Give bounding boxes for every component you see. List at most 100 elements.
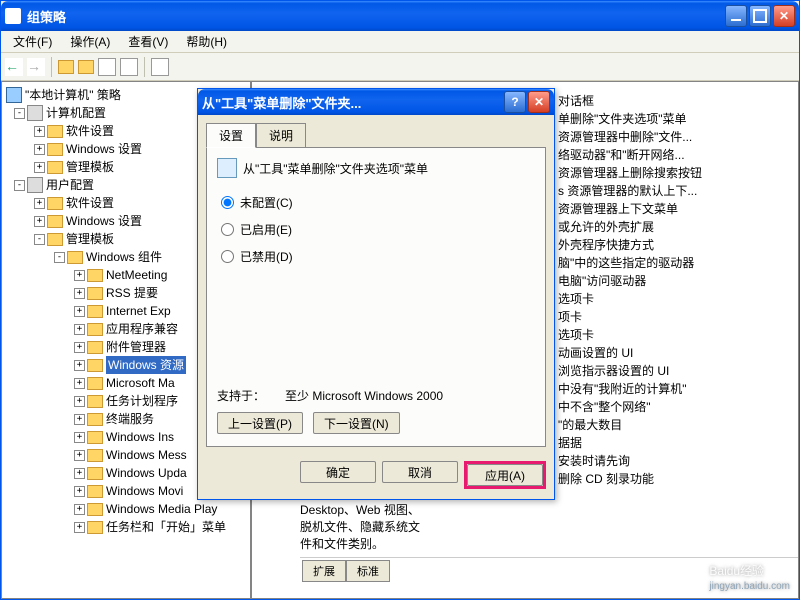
tree-item-label[interactable]: Windows Mess — [106, 446, 187, 464]
expand-icon[interactable]: + — [74, 342, 85, 353]
folder-icon — [87, 395, 103, 408]
tab-explain[interactable]: 说明 — [256, 123, 306, 148]
list-item-label: "的最大数目 — [558, 418, 622, 432]
tree-item-label[interactable]: Windows Movi — [106, 482, 183, 500]
watermark-brand: Baidu经验 — [709, 564, 764, 578]
radio-not-configured[interactable] — [221, 196, 234, 209]
tree-item[interactable]: 软件设置 — [66, 122, 114, 140]
tab-extended[interactable]: 扩展 — [302, 560, 346, 582]
folder-icon — [87, 449, 103, 462]
tree-item-label[interactable]: Windows Upda — [106, 464, 187, 482]
close-button[interactable]: ✕ — [773, 5, 795, 27]
list-icon[interactable] — [120, 58, 138, 76]
tab-standard[interactable]: 标准 — [346, 560, 390, 582]
menu-view[interactable]: 查看(V) — [120, 31, 176, 52]
tree-item-label[interactable]: Internet Exp — [106, 302, 171, 320]
list-item-label: 动画设置的 UI — [558, 346, 633, 360]
tree-computer-config[interactable]: 计算机配置 — [46, 104, 106, 122]
cancel-button[interactable]: 取消 — [382, 461, 458, 483]
radio-enabled[interactable] — [221, 223, 234, 236]
collapse-icon[interactable]: - — [34, 234, 45, 245]
dialog-close-button[interactable]: ✕ — [528, 91, 550, 113]
menu-action[interactable]: 操作(A) — [62, 31, 118, 52]
folder-icon — [47, 197, 63, 210]
tree-user-config[interactable]: 用户配置 — [46, 176, 94, 194]
expand-icon[interactable]: + — [34, 198, 45, 209]
minimize-button[interactable] — [725, 5, 747, 27]
folder-icon — [87, 305, 103, 318]
tree-item-label[interactable]: NetMeeting — [106, 266, 167, 284]
expand-icon[interactable]: + — [74, 522, 85, 533]
folder-icon — [87, 503, 103, 516]
radio-disabled[interactable] — [221, 250, 234, 263]
help-button[interactable]: ? — [504, 91, 526, 113]
expand-icon[interactable]: + — [74, 396, 85, 407]
next-setting-button[interactable]: 下一设置(N) — [313, 412, 400, 434]
tree-item-label[interactable]: 终端服务 — [106, 410, 154, 428]
expand-icon[interactable]: + — [34, 162, 45, 173]
radio-not-configured-row[interactable]: 未配置(C) — [217, 192, 535, 213]
tab-setting[interactable]: 设置 — [206, 123, 256, 148]
tree-item[interactable]: Windows 设置 — [66, 212, 142, 230]
help-icon[interactable] — [151, 58, 169, 76]
list-item-label: 资源管理器上删除搜索按钮 — [558, 166, 702, 180]
folder-icon — [67, 251, 83, 264]
app-icon — [5, 8, 21, 24]
expand-icon[interactable]: + — [74, 360, 85, 371]
tree-item-row[interactable]: + 任务栏和「开始」菜单 — [6, 518, 246, 536]
up-folder-icon[interactable] — [58, 60, 74, 74]
folder-icon — [87, 377, 103, 390]
tree-root[interactable]: "本地计算机" 策略 — [25, 86, 121, 104]
collapse-icon[interactable]: - — [54, 252, 65, 263]
radio-enabled-row[interactable]: 已启用(E) — [217, 219, 535, 240]
tree-windows-components[interactable]: Windows 组件 — [86, 248, 162, 266]
expand-icon[interactable]: + — [74, 468, 85, 479]
folder-icon[interactable] — [78, 60, 94, 74]
expand-icon[interactable]: + — [74, 504, 85, 515]
expand-icon[interactable]: + — [74, 324, 85, 335]
expand-icon[interactable]: + — [34, 216, 45, 227]
tree-item-label[interactable]: 应用程序兼容 — [106, 320, 178, 338]
collapse-icon[interactable]: - — [14, 180, 25, 191]
tree-item[interactable]: Windows 设置 — [66, 140, 142, 158]
tree-item-label[interactable]: 任务计划程序 — [106, 392, 178, 410]
tree-item-row[interactable]: + Windows Media Play — [6, 500, 246, 518]
expand-icon[interactable]: + — [74, 486, 85, 497]
toolbar-separator — [51, 57, 52, 77]
tree-item[interactable]: 管理模板 — [66, 158, 114, 176]
tree-item-label[interactable]: 附件管理器 — [106, 338, 166, 356]
tree-item-label[interactable]: Windows Ins — [106, 428, 174, 446]
back-icon[interactable] — [5, 58, 23, 76]
radio-label: 已禁用(D) — [240, 248, 293, 265]
ok-button[interactable]: 确定 — [300, 461, 376, 483]
forward-icon[interactable] — [27, 58, 45, 76]
collapse-icon[interactable]: - — [14, 108, 25, 119]
list-item-label: 中不含"整个网络" — [558, 400, 651, 414]
tree-item-label[interactable]: RSS 提要 — [106, 284, 158, 302]
menu-file[interactable]: 文件(F) — [5, 31, 60, 52]
expand-icon[interactable]: + — [74, 432, 85, 443]
expand-icon[interactable]: + — [34, 144, 45, 155]
properties-icon[interactable] — [98, 58, 116, 76]
expand-icon[interactable]: + — [74, 306, 85, 317]
prev-setting-button[interactable]: 上一设置(P) — [217, 412, 303, 434]
expand-icon[interactable]: + — [74, 270, 85, 281]
expand-icon[interactable]: + — [74, 288, 85, 299]
tree-item[interactable]: 管理模板 — [66, 230, 114, 248]
maximize-button[interactable] — [749, 5, 771, 27]
expand-icon[interactable]: + — [74, 450, 85, 461]
tree-item-label[interactable]: Microsoft Ma — [106, 374, 175, 392]
tree-item-label[interactable]: Windows 资源 — [106, 356, 186, 374]
apply-button[interactable]: 应用(A) — [467, 464, 543, 486]
menu-help[interactable]: 帮助(H) — [178, 31, 235, 52]
folder-icon — [87, 323, 103, 336]
tree-item-label[interactable]: 任务栏和「开始」菜单 — [106, 518, 226, 536]
tree-item-label[interactable]: Windows Media Play — [106, 500, 217, 518]
tree-item[interactable]: 软件设置 — [66, 194, 114, 212]
radio-disabled-row[interactable]: 已禁用(D) — [217, 246, 535, 267]
expand-icon[interactable]: + — [34, 126, 45, 137]
expand-icon[interactable]: + — [74, 414, 85, 425]
folder-icon — [47, 233, 63, 246]
policy-root-icon — [6, 87, 22, 103]
expand-icon[interactable]: + — [74, 378, 85, 389]
